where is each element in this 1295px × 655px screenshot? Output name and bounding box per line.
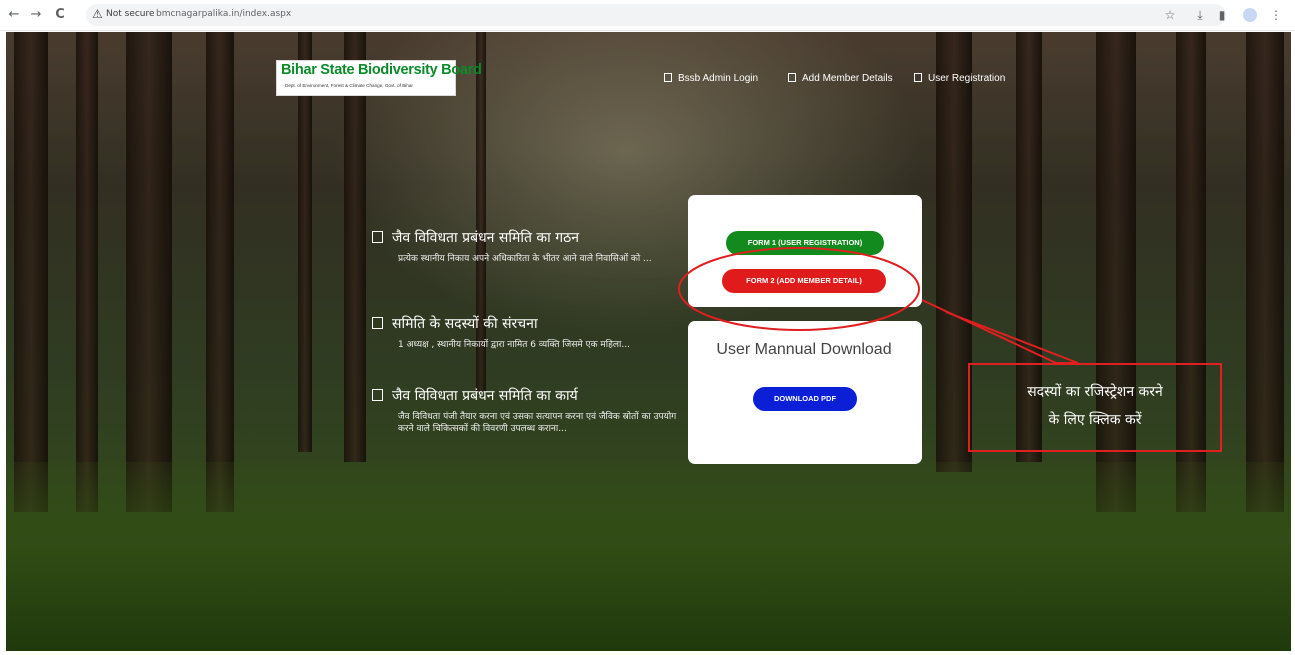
warning-icon[interactable]: ⚠	[92, 7, 103, 21]
address-bar[interactable]: ⚠ Not secure bmcnagarpalika.in/index.asp…	[86, 4, 1226, 26]
annotation-line-1: सदस्यों का रजिस्ट्रेशन करने	[1027, 384, 1163, 400]
profile-avatar[interactable]	[1243, 8, 1257, 22]
reload-icon[interactable]: C	[52, 7, 68, 23]
highlight-ellipse	[678, 247, 920, 331]
callout-arrow	[921, 299, 1079, 364]
security-label[interactable]: Not secure	[106, 9, 155, 19]
annotation-line-2: के लिए क्लिक करें	[1048, 412, 1142, 428]
download-icon[interactable]: ⤓	[1192, 7, 1208, 23]
browser-toolbar: ← → C ⚠ Not secure bmcnagarpalika.in/ind…	[0, 0, 1295, 31]
annotation-overlay	[678, 247, 1079, 364]
star-icon[interactable]: ☆	[1162, 7, 1178, 23]
forward-icon[interactable]: →	[28, 7, 44, 23]
annotation-callout: सदस्यों का रजिस्ट्रेशन करने के लिए क्लिक…	[968, 363, 1222, 452]
menu-icon[interactable]: ⋮	[1268, 7, 1284, 23]
url-text[interactable]: bmcnagarpalika.in/index.aspx	[156, 9, 291, 19]
page-background: Bihar State Biodiversity Board Dept. of …	[6, 32, 1291, 651]
side-panel-icon[interactable]: ▮	[1214, 7, 1230, 23]
back-icon[interactable]: ←	[6, 7, 22, 23]
